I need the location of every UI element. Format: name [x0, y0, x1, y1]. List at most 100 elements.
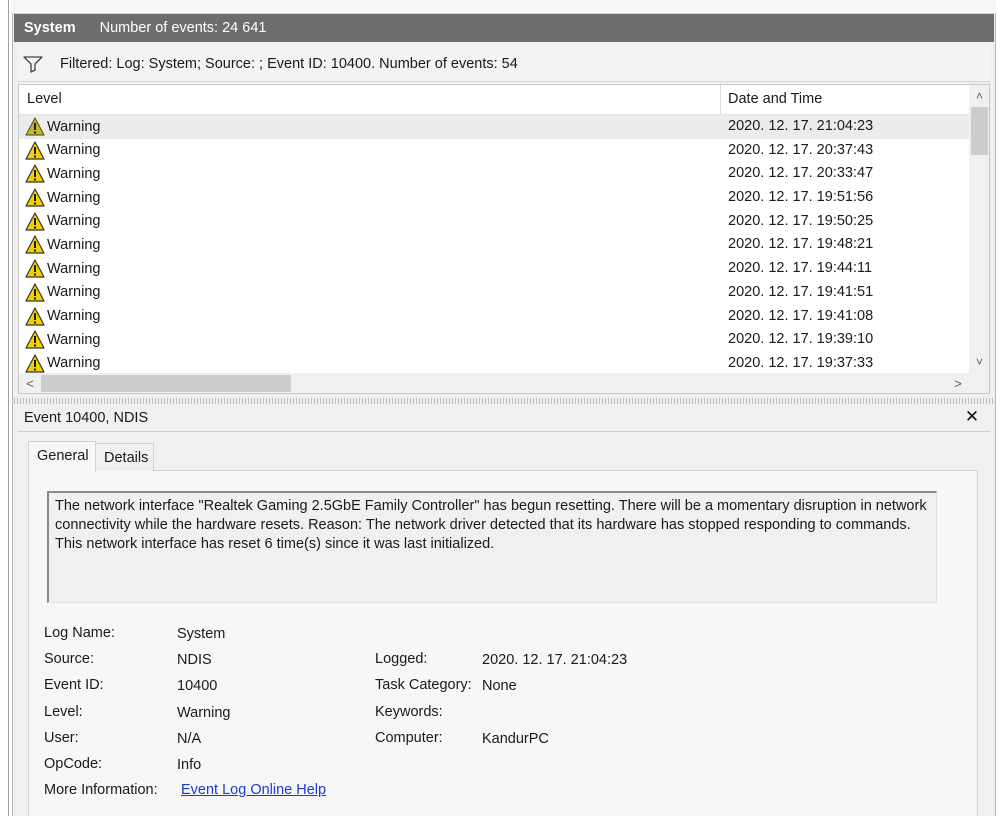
event-id-label: Event ID:: [44, 677, 104, 693]
tab-general[interactable]: General: [28, 441, 96, 472]
event-detail-header: Event 10400, NDIS ✕: [18, 406, 990, 432]
grid-header: Level Date and Time: [19, 85, 969, 115]
table-row[interactable]: Warning 2020. 12. 17. 19:37:33: [19, 352, 969, 373]
logged-label: Logged:: [375, 651, 428, 667]
row-date-time: 2020. 12. 17. 20:37:43: [728, 141, 874, 158]
row-level: Warning: [25, 259, 100, 278]
pane-splitter[interactable]: [14, 398, 994, 404]
column-separator[interactable]: [720, 85, 721, 115]
event-id-value: 10400: [177, 678, 218, 694]
event-description[interactable]: The network interface "Realtek Gaming 2.…: [47, 491, 937, 603]
row-date-time: 2020. 12. 17. 19:51:56: [728, 189, 874, 206]
row-date-time: 2020. 12. 17. 19:50:25: [728, 212, 874, 229]
table-row[interactable]: Warning 2020. 12. 17. 21:04:23: [19, 115, 969, 139]
tab-details[interactable]: Details: [95, 443, 154, 471]
table-row[interactable]: Warning 2020. 12. 17. 19:50:25: [19, 210, 969, 234]
grid-rows: Warning 2020. 12. 17. 21:04:23 Warning 2…: [19, 115, 969, 373]
opcode-value: Info: [177, 757, 202, 773]
events-grid[interactable]: Level Date and Time Warning 2020. 12. 17…: [18, 84, 990, 394]
row-level: Warning: [25, 141, 100, 160]
outer-frame-line: [8, 0, 9, 816]
scroll-right-icon[interactable]: >: [949, 373, 967, 393]
warning-triangle-icon: [25, 188, 45, 207]
row-level: Warning: [25, 212, 100, 231]
row-level: Warning: [25, 235, 101, 255]
row-level-text: Warning: [47, 213, 101, 230]
event-detail-title: Event 10400, NDIS: [24, 410, 149, 426]
row-level-text: Warning: [47, 355, 101, 372]
row-level-text: Warning: [47, 284, 101, 301]
table-row[interactable]: Warning 2020. 12. 17. 20:33:47: [19, 162, 969, 186]
table-row[interactable]: Warning 2020. 12. 17. 19:41:08: [19, 305, 969, 329]
row-level-text: Warning: [47, 236, 101, 253]
horizontal-scrollbar[interactable]: < >: [19, 373, 989, 393]
log-title: System: [24, 20, 76, 36]
task-category-value: None: [482, 678, 517, 694]
table-row[interactable]: Warning 2020. 12. 17. 19:39:10: [19, 328, 969, 352]
log-header-bar: System Number of events: 24 641: [14, 14, 994, 42]
table-row[interactable]: Warning 2020. 12. 17. 19:41:51: [19, 281, 969, 305]
general-tab-panel: The network interface "Realtek Gaming 2.…: [28, 470, 978, 816]
filter-description: Filtered: Log: System; Source: ; Event I…: [60, 55, 518, 72]
event-count: Number of events: 24 641: [99, 20, 267, 36]
task-category-label: Task Category:: [375, 677, 472, 693]
close-icon[interactable]: ✕: [962, 407, 982, 427]
row-date-time: 2020. 12. 17. 19:37:33: [728, 354, 874, 371]
warning-triangle-icon: [25, 259, 45, 278]
computer-label: Computer:: [375, 730, 443, 746]
row-level: Warning: [25, 164, 100, 183]
scroll-down-icon[interactable]: ˅: [969, 353, 989, 371]
filter-bar: Filtered: Log: System; Source: ; Event I…: [18, 46, 990, 82]
column-header-date-time[interactable]: Date and Time: [728, 91, 822, 107]
warning-triangle-icon: [25, 141, 45, 160]
source-value: NDIS: [177, 652, 212, 668]
row-date-time: 2020. 12. 17. 19:44:11: [728, 260, 873, 277]
more-information-label: More Information:: [44, 782, 158, 798]
row-level-text: Warning: [47, 331, 101, 348]
row-level-text: Warning: [47, 189, 101, 206]
pane-top-strip: [12, 0, 996, 14]
warning-triangle-icon: [25, 117, 45, 136]
row-date-time: 2020. 12. 17. 19:39:10: [728, 331, 874, 348]
row-level-text: Warning: [47, 118, 101, 135]
filter-funnel-icon: [22, 53, 44, 75]
row-level-text: Warning: [47, 308, 101, 324]
row-level: Warning: [25, 354, 100, 373]
table-row[interactable]: Warning 2020. 12. 17. 19:44:11: [19, 257, 969, 281]
row-level-text: Warning: [47, 142, 101, 159]
event-log-online-help-link[interactable]: Event Log Online Help: [181, 782, 326, 798]
warning-triangle-icon: [25, 354, 45, 373]
row-date-time: 2020. 12. 17. 19:41:51: [728, 283, 874, 300]
vertical-scroll-thumb[interactable]: [971, 107, 988, 155]
column-header-level[interactable]: Level: [27, 91, 62, 107]
level-value: Warning: [177, 705, 231, 721]
vertical-scrollbar[interactable]: ˄ ˅: [969, 85, 989, 373]
row-date-time: 2020. 12. 17. 19:48:21: [728, 236, 874, 253]
warning-triangle-icon: [25, 283, 45, 302]
table-row[interactable]: Warning 2020. 12. 17. 19:48:21: [19, 233, 969, 257]
scroll-left-icon[interactable]: <: [21, 373, 39, 393]
table-row[interactable]: Warning 2020. 12. 17. 20:37:43: [19, 139, 969, 163]
row-level: Warning: [25, 117, 100, 136]
keywords-label: Keywords:: [375, 704, 443, 720]
user-value: N/A: [177, 731, 202, 747]
row-level: Warning: [25, 188, 100, 207]
horizontal-scroll-thumb[interactable]: [41, 375, 291, 392]
row-level: Warning: [25, 283, 100, 302]
warning-triangle-icon: [25, 235, 45, 255]
row-date-time: 2020. 12. 17. 20:33:47: [728, 165, 874, 182]
level-label: Level:: [44, 704, 83, 720]
source-label: Source:: [44, 651, 94, 667]
warning-triangle-icon: [25, 330, 45, 349]
row-date-time: 2020. 12. 17. 21:04:23: [728, 118, 874, 134]
row-level-text: Warning: [47, 260, 101, 277]
scroll-up-icon[interactable]: ˄: [969, 87, 989, 105]
log-name-value: System: [177, 626, 226, 642]
warning-triangle-icon: [25, 164, 45, 183]
user-label: User:: [44, 730, 79, 746]
log-name-label: Log Name:: [44, 625, 115, 641]
warning-triangle-icon: [25, 306, 45, 326]
logged-value: 2020. 12. 17. 21:04:23: [482, 652, 628, 668]
table-row[interactable]: Warning 2020. 12. 17. 19:51:56: [19, 186, 969, 210]
opcode-label: OpCode:: [44, 756, 103, 772]
